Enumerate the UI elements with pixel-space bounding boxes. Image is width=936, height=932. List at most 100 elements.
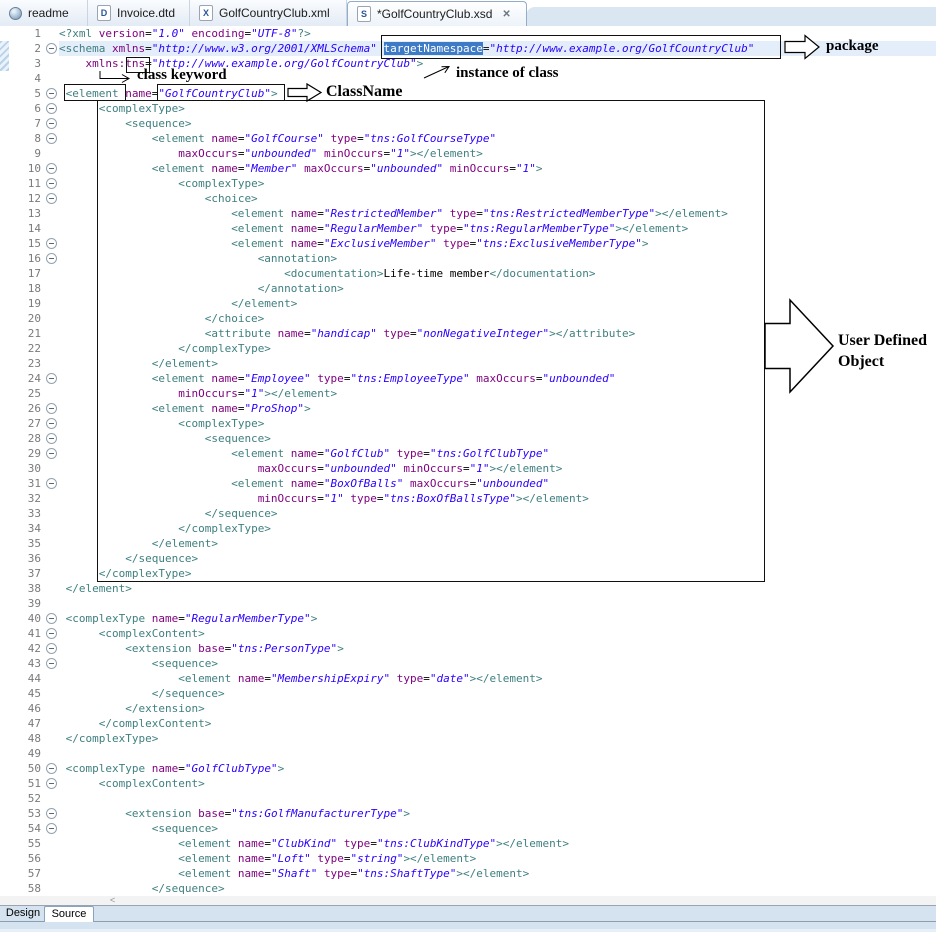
code-line-36[interactable]: 36 </sequence>	[0, 551, 936, 566]
code-line-21[interactable]: 21 <attribute name="handicap" type="nonN…	[0, 326, 936, 341]
code-line-11[interactable]: 11 <complexType>	[0, 176, 936, 191]
tab-source[interactable]: Source	[44, 906, 94, 923]
code-line-50[interactable]: 50 <complexType name="GolfClubType">	[0, 761, 936, 776]
fold-collapse-icon[interactable]	[44, 626, 59, 641]
code-line-20[interactable]: 20 </choice>	[0, 311, 936, 326]
code-line-55[interactable]: 55 <element name="ClubKind" type="tns:Cl…	[0, 836, 936, 851]
code-line-38[interactable]: 38 </element>	[0, 581, 936, 596]
fold-collapse-icon[interactable]	[44, 101, 59, 116]
code-line-2[interactable]: 2 <schema xmlns="http://www.w3.org/2001/X…	[0, 41, 936, 56]
code-line-37[interactable]: 37 </complexType>	[0, 566, 936, 581]
fold-collapse-icon[interactable]	[44, 176, 59, 191]
code-line-35[interactable]: 35 </element>	[0, 536, 936, 551]
code-line-45[interactable]: 45 </sequence>	[0, 686, 936, 701]
code-line-19[interactable]: 19 </element>	[0, 296, 936, 311]
line-number: 12	[27, 192, 41, 205]
fold-collapse-icon[interactable]	[44, 476, 59, 491]
fold-collapse-icon[interactable]	[44, 116, 59, 131]
close-icon[interactable]: ✕	[502, 9, 510, 20]
code-line-31[interactable]: 31 <element name="BoxOfBalls" maxOccurs=…	[0, 476, 936, 491]
fold-collapse-icon[interactable]	[44, 86, 59, 101]
fold-collapse-icon[interactable]	[44, 776, 59, 791]
code-line-22[interactable]: 22 </complexType>	[0, 341, 936, 356]
code-line-33[interactable]: 33 </sequence>	[0, 506, 936, 521]
code-line-56[interactable]: 56 <element name="Loft" type="string"></…	[0, 851, 936, 866]
fold-collapse-icon[interactable]	[44, 431, 59, 446]
fold-collapse-icon[interactable]	[44, 251, 59, 266]
fold-collapse-icon[interactable]	[44, 416, 59, 431]
fold-column	[44, 881, 59, 896]
fold-collapse-icon[interactable]	[44, 806, 59, 821]
fold-collapse-icon[interactable]	[44, 446, 59, 461]
code-line-8[interactable]: 8 <element name="GolfCourse" type="tns:G…	[0, 131, 936, 146]
fold-collapse-icon[interactable]	[44, 641, 59, 656]
code-text: <element name="ClubKind" type="tns:ClubK…	[178, 837, 570, 850]
fold-collapse-icon[interactable]	[44, 161, 59, 176]
editor-tab-invoice.dtd[interactable]: D Invoice.dtd	[88, 0, 190, 26]
code-line-44[interactable]: 44 <element name="MembershipExpiry" type…	[0, 671, 936, 686]
code-line-15[interactable]: 15 <element name="ExclusiveMember" type=…	[0, 236, 936, 251]
code-line-53[interactable]: 53 <extension base="tns:GolfManufacturer…	[0, 806, 936, 821]
fold-collapse-icon[interactable]	[44, 761, 59, 776]
code-line-16[interactable]: 16 <annotation>	[0, 251, 936, 266]
fold-collapse-icon[interactable]	[44, 41, 59, 56]
fold-column	[44, 296, 59, 311]
code-line-10[interactable]: 10 <element name="Member" maxOccurs="unb…	[0, 161, 936, 176]
scroll-left-icon[interactable]: <	[110, 895, 115, 905]
fold-collapse-icon[interactable]	[44, 371, 59, 386]
code-line-26[interactable]: 26 <element name="ProShop">	[0, 401, 936, 416]
code-line-42[interactable]: 42 <extension base="tns:PersonType">	[0, 641, 936, 656]
code-line-9[interactable]: 9 maxOccurs="unbounded" minOccurs="1"></…	[0, 146, 936, 161]
code-line-29[interactable]: 29 <element name="GolfClub" type="tns:Go…	[0, 446, 936, 461]
line-number: 38	[27, 582, 41, 595]
horizontal-scrollbar[interactable]: <	[0, 895, 936, 905]
code-line-13[interactable]: 13 <element name="RestrictedMember" type…	[0, 206, 936, 221]
code-text: </complexType>	[178, 342, 271, 355]
fold-collapse-icon[interactable]	[44, 236, 59, 251]
code-line-54[interactable]: 54 <sequence>	[0, 821, 936, 836]
code-line-41[interactable]: 41 <complexContent>	[0, 626, 936, 641]
code-line-57[interactable]: 57 <element name="Shaft" type="tns:Shaft…	[0, 866, 936, 881]
fold-collapse-icon[interactable]	[44, 191, 59, 206]
code-line-40[interactable]: 40 <complexType name="RegularMemberType"…	[0, 611, 936, 626]
code-line-30[interactable]: 30 maxOccurs="unbounded" minOccurs="1"><…	[0, 461, 936, 476]
code-line-5[interactable]: 5 <element name="GolfCountryClub">	[0, 86, 936, 101]
code-line-6[interactable]: 6 <complexType>	[0, 101, 936, 116]
code-line-24[interactable]: 24 <element name="Employee" type="tns:Em…	[0, 371, 936, 386]
code-line-51[interactable]: 51 <complexContent>	[0, 776, 936, 791]
editor-tab-golfcountryclub.xml[interactable]: X GolfCountryClub.xml	[190, 0, 347, 26]
fold-collapse-icon[interactable]	[44, 821, 59, 836]
tab-design[interactable]: Design	[2, 906, 45, 921]
code-line-12[interactable]: 12 <choice>	[0, 191, 936, 206]
source-code-editor[interactable]: 1 <?xml version="1.0" encoding="UTF-8"?> 2…	[0, 26, 936, 896]
code-line-49[interactable]: 49	[0, 746, 936, 761]
editor-tab-readme[interactable]: readme	[0, 0, 88, 26]
code-line-48[interactable]: 48 </complexType>	[0, 731, 936, 746]
code-line-17[interactable]: 17 <documentation>Life-time member</docu…	[0, 266, 936, 281]
code-line-58[interactable]: 58 </sequence>	[0, 881, 936, 896]
code-line-39[interactable]: 39	[0, 596, 936, 611]
code-line-7[interactable]: 7 <sequence>	[0, 116, 936, 131]
code-line-27[interactable]: 27 <complexType>	[0, 416, 936, 431]
code-line-47[interactable]: 47 </complexContent>	[0, 716, 936, 731]
code-line-4[interactable]: 4	[0, 71, 936, 86]
editor-tab-golfcountryclub.xsd[interactable]: S *GolfCountryClub.xsd ✕	[347, 1, 527, 26]
fold-collapse-icon[interactable]	[44, 401, 59, 416]
code-line-25[interactable]: 25 minOccurs="1"></element>	[0, 386, 936, 401]
code-line-3[interactable]: 3 xmlns:tns="http://www.example.org/Golf…	[0, 56, 936, 71]
fold-collapse-icon[interactable]	[44, 131, 59, 146]
code-line-52[interactable]: 52	[0, 791, 936, 806]
code-line-32[interactable]: 32 minOccurs="1" type="tns:BoxOfBallsTyp…	[0, 491, 936, 506]
fold-collapse-icon[interactable]	[44, 656, 59, 671]
code-line-14[interactable]: 14 <element name="RegularMember" type="t…	[0, 221, 936, 236]
code-line-34[interactable]: 34 </complexType>	[0, 521, 936, 536]
code-line-46[interactable]: 46 </extension>	[0, 701, 936, 716]
code-line-18[interactable]: 18 </annotation>	[0, 281, 936, 296]
code-line-43[interactable]: 43 <sequence>	[0, 656, 936, 671]
code-line-23[interactable]: 23 </element>	[0, 356, 936, 371]
code-line-28[interactable]: 28 <sequence>	[0, 431, 936, 446]
fold-collapse-icon[interactable]	[44, 611, 59, 626]
code-line-1[interactable]: 1 <?xml version="1.0" encoding="UTF-8"?>	[0, 26, 936, 41]
code-text: <element name="GolfCountryClub">	[65, 87, 278, 100]
code-text: </complexType>	[178, 522, 271, 535]
